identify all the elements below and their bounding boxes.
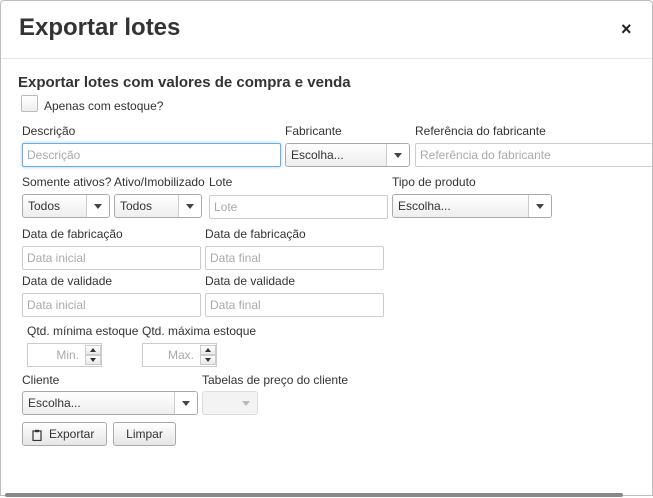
export-lots-dialog: Exportar lotes × Exportar lotes com valo… bbox=[0, 0, 653, 496]
header-divider bbox=[1, 58, 652, 59]
section-subtitle: Exportar lotes com valores de compra e v… bbox=[18, 74, 351, 91]
validade-inicio-input[interactable]: Data inicial bbox=[22, 293, 201, 317]
chevron-down-icon bbox=[528, 195, 551, 217]
fabricacao-fim-input[interactable]: Data final bbox=[205, 246, 384, 270]
validade-fim-label: Data de validade bbox=[205, 274, 296, 288]
cliente-select[interactable]: Escolha... bbox=[22, 391, 198, 415]
descricao-label: Descrição bbox=[22, 124, 76, 138]
chevron-down-icon bbox=[86, 195, 109, 217]
clear-button[interactable]: Limpar bbox=[113, 422, 176, 446]
fabricante-select-value: Escolha... bbox=[291, 148, 344, 162]
clear-button-label: Limpar bbox=[126, 427, 163, 441]
fabricacao-inicio-input[interactable]: Data inicial bbox=[22, 246, 201, 270]
referencia-label: Referência do fabricante bbox=[415, 124, 546, 138]
lote-input[interactable]: Lote bbox=[209, 195, 388, 219]
referencia-input[interactable]: Referência do fabricante bbox=[415, 143, 652, 167]
somente-ativos-select[interactable]: Todos bbox=[22, 194, 110, 218]
validade-inicio-label: Data de validade bbox=[22, 274, 113, 288]
cliente-select-value: Escolha... bbox=[28, 396, 81, 410]
spin-up-icon[interactable] bbox=[85, 345, 101, 355]
fabricacao-fim-label: Data de fabricação bbox=[205, 227, 306, 241]
ativo-imobilizado-label: Ativo/Imobilizado bbox=[114, 175, 205, 189]
qtd-max-label: Qtd. máxima estoque bbox=[142, 324, 257, 338]
clipboard-icon bbox=[32, 429, 42, 441]
stock-only-checkbox[interactable] bbox=[21, 95, 38, 112]
ativo-imobilizado-select[interactable]: Todos bbox=[114, 194, 202, 218]
qtd-min-stepper[interactable]: Min. bbox=[27, 343, 102, 367]
export-button-label: Exportar bbox=[49, 427, 95, 441]
qtd-max-placeholder: Max. bbox=[167, 348, 194, 362]
descricao-input[interactable]: Descrição bbox=[22, 143, 281, 167]
spin-down-icon[interactable] bbox=[85, 355, 101, 365]
fabricante-select[interactable]: Escolha... bbox=[285, 143, 410, 167]
fabricante-label: Fabricante bbox=[285, 124, 342, 138]
spin-down-icon[interactable] bbox=[200, 355, 216, 365]
somente-ativos-label: Somente ativos? bbox=[22, 175, 112, 189]
horizontal-scrollbar[interactable] bbox=[5, 493, 623, 497]
qtd-min-placeholder: Min. bbox=[56, 348, 79, 362]
spin-up-icon[interactable] bbox=[200, 345, 216, 355]
stock-only-label: Apenas com estoque? bbox=[44, 99, 164, 113]
tabelas-preco-select[interactable] bbox=[202, 391, 258, 415]
tabelas-preco-label: Tabelas de preço do cliente bbox=[202, 373, 349, 387]
tipo-produto-label: Tipo de produto bbox=[392, 175, 476, 189]
export-button[interactable]: Exportar bbox=[22, 422, 107, 446]
chevron-down-icon bbox=[386, 144, 409, 166]
qtd-max-stepper[interactable]: Max. bbox=[142, 343, 217, 367]
qtd-min-label: Qtd. mínima estoque bbox=[27, 324, 139, 338]
chevron-down-icon bbox=[235, 392, 257, 414]
fabricacao-inicio-label: Data de fabricação bbox=[22, 227, 123, 241]
somente-ativos-select-value: Todos bbox=[28, 199, 61, 213]
lote-label: Lote bbox=[209, 175, 233, 189]
chevron-down-icon bbox=[174, 392, 197, 414]
tipo-produto-select[interactable]: Escolha... bbox=[392, 194, 552, 218]
cliente-label: Cliente bbox=[22, 373, 60, 387]
dialog-title: Exportar lotes bbox=[19, 14, 181, 41]
chevron-down-icon bbox=[178, 195, 201, 217]
validade-fim-input[interactable]: Data final bbox=[205, 293, 384, 317]
ativo-imobilizado-select-value: Todos bbox=[120, 199, 153, 213]
tipo-produto-select-value: Escolha... bbox=[398, 199, 451, 213]
close-icon[interactable]: × bbox=[621, 19, 632, 39]
